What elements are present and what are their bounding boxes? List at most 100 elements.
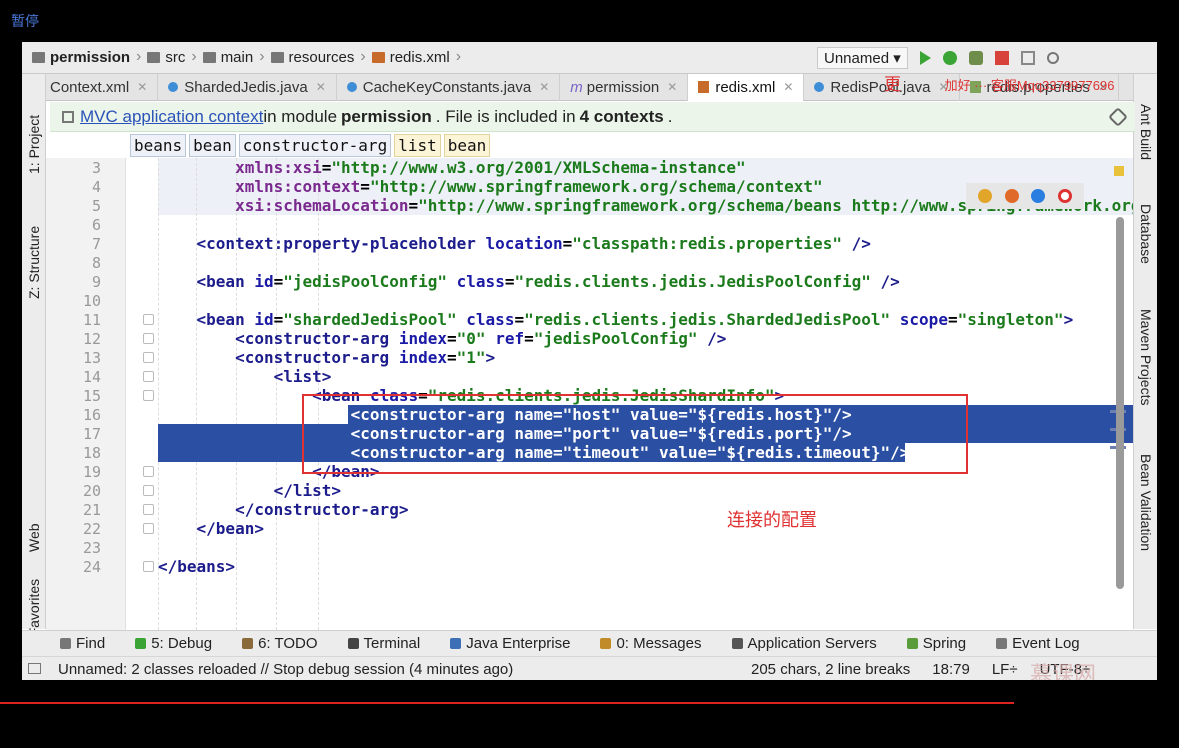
- fold-icon[interactable]: [143, 561, 154, 572]
- tool-window-button[interactable]: 5: Debug: [135, 635, 212, 652]
- pin-icon[interactable]: [62, 110, 74, 123]
- code-line: 3 xmlns:xsi="http://www.w3.org/2001/XMLS…: [46, 158, 1133, 177]
- tool-window-button[interactable]: 6: TODO: [242, 635, 318, 652]
- tool-window-button[interactable]: Find: [60, 635, 105, 652]
- fold-icon[interactable]: [143, 390, 154, 401]
- breadcrumb-item[interactable]: main ›: [202, 48, 265, 66]
- code-text[interactable]: </list>: [158, 481, 341, 500]
- wrench-icon[interactable]: [1108, 107, 1128, 127]
- structure-tool-button[interactable]: Z: Structure: [26, 226, 42, 299]
- close-icon[interactable]: ✕: [667, 80, 677, 94]
- tool-window-icon: [600, 638, 612, 649]
- tool-window-button[interactable]: 0: Messages: [600, 635, 702, 652]
- project-structure-icon[interactable]: [1020, 51, 1035, 65]
- breadcrumb-item[interactable]: resources ›: [270, 48, 366, 66]
- warning-marker[interactable]: [1114, 166, 1124, 176]
- code-text[interactable]: <context:property-placeholder location="…: [158, 234, 871, 253]
- close-icon[interactable]: ✕: [316, 80, 326, 94]
- tag-path-item[interactable]: constructor-arg: [238, 134, 392, 157]
- run-config-select[interactable]: Unnamed ▾: [817, 47, 908, 69]
- bean-validation-tool-button[interactable]: Bean Validation: [1138, 454, 1154, 551]
- code-text[interactable]: </constructor-arg>: [158, 500, 408, 519]
- tool-window-button[interactable]: Java Enterprise: [450, 635, 570, 652]
- editor-tab[interactable]: m permission ✕: [560, 73, 689, 101]
- fold-icon[interactable]: [143, 314, 154, 325]
- tab-label: CacheKeyConstants.java: [362, 78, 532, 96]
- folder-icon: [202, 51, 216, 63]
- code-text[interactable]: <bean id="jedisPoolConfig" class="redis.…: [158, 272, 900, 291]
- tool-windows-toggle-icon[interactable]: [28, 663, 41, 674]
- stop-icon[interactable]: [994, 51, 1009, 65]
- code-text[interactable]: </bean>: [158, 519, 264, 538]
- tag-path-item[interactable]: bean: [443, 134, 491, 157]
- line-number: 17: [82, 425, 101, 443]
- tool-window-button[interactable]: Application Servers: [731, 635, 877, 652]
- mvc-context-link[interactable]: MVC application context: [80, 107, 263, 127]
- fold-icon[interactable]: [143, 371, 154, 382]
- video-progress-bar[interactable]: [0, 702, 1014, 704]
- breadcrumb-label: resources: [288, 48, 355, 66]
- status-message[interactable]: Unnamed: 2 classes reloaded // Stop debu…: [58, 661, 513, 678]
- code-text[interactable]: <constructor-arg index="1">: [158, 348, 495, 367]
- line-separator[interactable]: LF÷: [992, 661, 1018, 678]
- code-text[interactable]: xmlns:xsi="http://www.w3.org/2001/XMLSch…: [158, 158, 746, 177]
- code-line: 11 <bean id="shardedJedisPool" class="re…: [46, 310, 1133, 329]
- opera-icon[interactable]: [1057, 189, 1072, 203]
- breadcrumb-item[interactable]: src ›: [147, 48, 197, 66]
- breadcrumb-label: permission: [50, 48, 131, 66]
- tab-label: Context.xml: [50, 78, 130, 96]
- ant-build-tool-button[interactable]: Ant Build: [1138, 104, 1154, 160]
- tag-path-item[interactable]: list: [394, 134, 441, 157]
- close-icon[interactable]: ✕: [539, 80, 549, 94]
- search-icon[interactable]: [1046, 52, 1059, 64]
- banner-module: permission: [341, 106, 432, 126]
- tool-window-icon: [135, 638, 147, 649]
- breadcrumb-item[interactable]: redis.xml ›: [371, 48, 461, 66]
- editor-tab[interactable]: ShardedJedis.java ✕: [158, 73, 337, 101]
- code-text[interactable]: <constructor-arg index="0" ref="jedisPoo…: [158, 329, 726, 348]
- editor-tab[interactable]: redis.xml ✕: [688, 73, 805, 101]
- debug-icon[interactable]: [942, 51, 957, 65]
- line-number: 18: [82, 444, 101, 462]
- project-tool-button[interactable]: 1: Project: [26, 115, 42, 174]
- maven-projects-tool-button[interactable]: Maven Projects: [1138, 309, 1154, 405]
- caret-position[interactable]: 18:79: [932, 661, 970, 678]
- run-icon[interactable]: [919, 51, 931, 65]
- pause-label[interactable]: 暂停: [11, 11, 39, 31]
- fold-icon[interactable]: [143, 333, 154, 344]
- chrome-icon[interactable]: [978, 189, 993, 203]
- tool-window-button[interactable]: Terminal: [347, 635, 420, 652]
- banner-text-1: in module: [263, 106, 338, 126]
- tag-path-item[interactable]: beans: [130, 134, 187, 157]
- java-class-icon: [346, 82, 357, 92]
- database-tool-button[interactable]: Database: [1138, 204, 1154, 264]
- code-text[interactable]: <list>: [158, 367, 332, 386]
- code-text[interactable]: xmlns:context="http://www.springframewor…: [158, 177, 823, 196]
- fold-icon[interactable]: [143, 352, 154, 363]
- line-number: 16: [82, 406, 101, 424]
- editor-tab[interactable]: CacheKeyConstants.java ✕: [337, 73, 561, 101]
- code-text[interactable]: <bean id="shardedJedisPool" class="redis…: [158, 310, 1074, 329]
- breadcrumb-item[interactable]: permission ›: [32, 48, 141, 66]
- tool-window-button[interactable]: Event Log: [996, 635, 1080, 652]
- fold-icon[interactable]: [143, 523, 154, 534]
- coverage-icon[interactable]: [968, 51, 983, 65]
- tool-window-label: Spring: [922, 635, 967, 652]
- fold-icon[interactable]: [143, 485, 154, 496]
- folder-icon: [147, 51, 161, 63]
- web-tool-button[interactable]: Web: [26, 523, 42, 552]
- fold-icon[interactable]: [143, 466, 154, 477]
- firefox-icon[interactable]: [1004, 189, 1019, 203]
- safari-icon[interactable]: [1031, 189, 1046, 203]
- close-icon[interactable]: ✕: [783, 80, 793, 94]
- line-number: 7: [91, 235, 101, 253]
- annotation-text: 连接的配置: [727, 510, 817, 530]
- editor-scrollbar[interactable]: [1116, 217, 1124, 589]
- tag-path-item[interactable]: bean: [189, 134, 236, 157]
- code-text[interactable]: </beans>: [158, 557, 235, 576]
- tool-window-button[interactable]: Spring: [906, 635, 967, 652]
- xml-file-icon: [371, 51, 385, 63]
- close-icon[interactable]: ✕: [137, 80, 147, 94]
- annotation-box: [302, 394, 968, 474]
- fold-icon[interactable]: [143, 504, 154, 515]
